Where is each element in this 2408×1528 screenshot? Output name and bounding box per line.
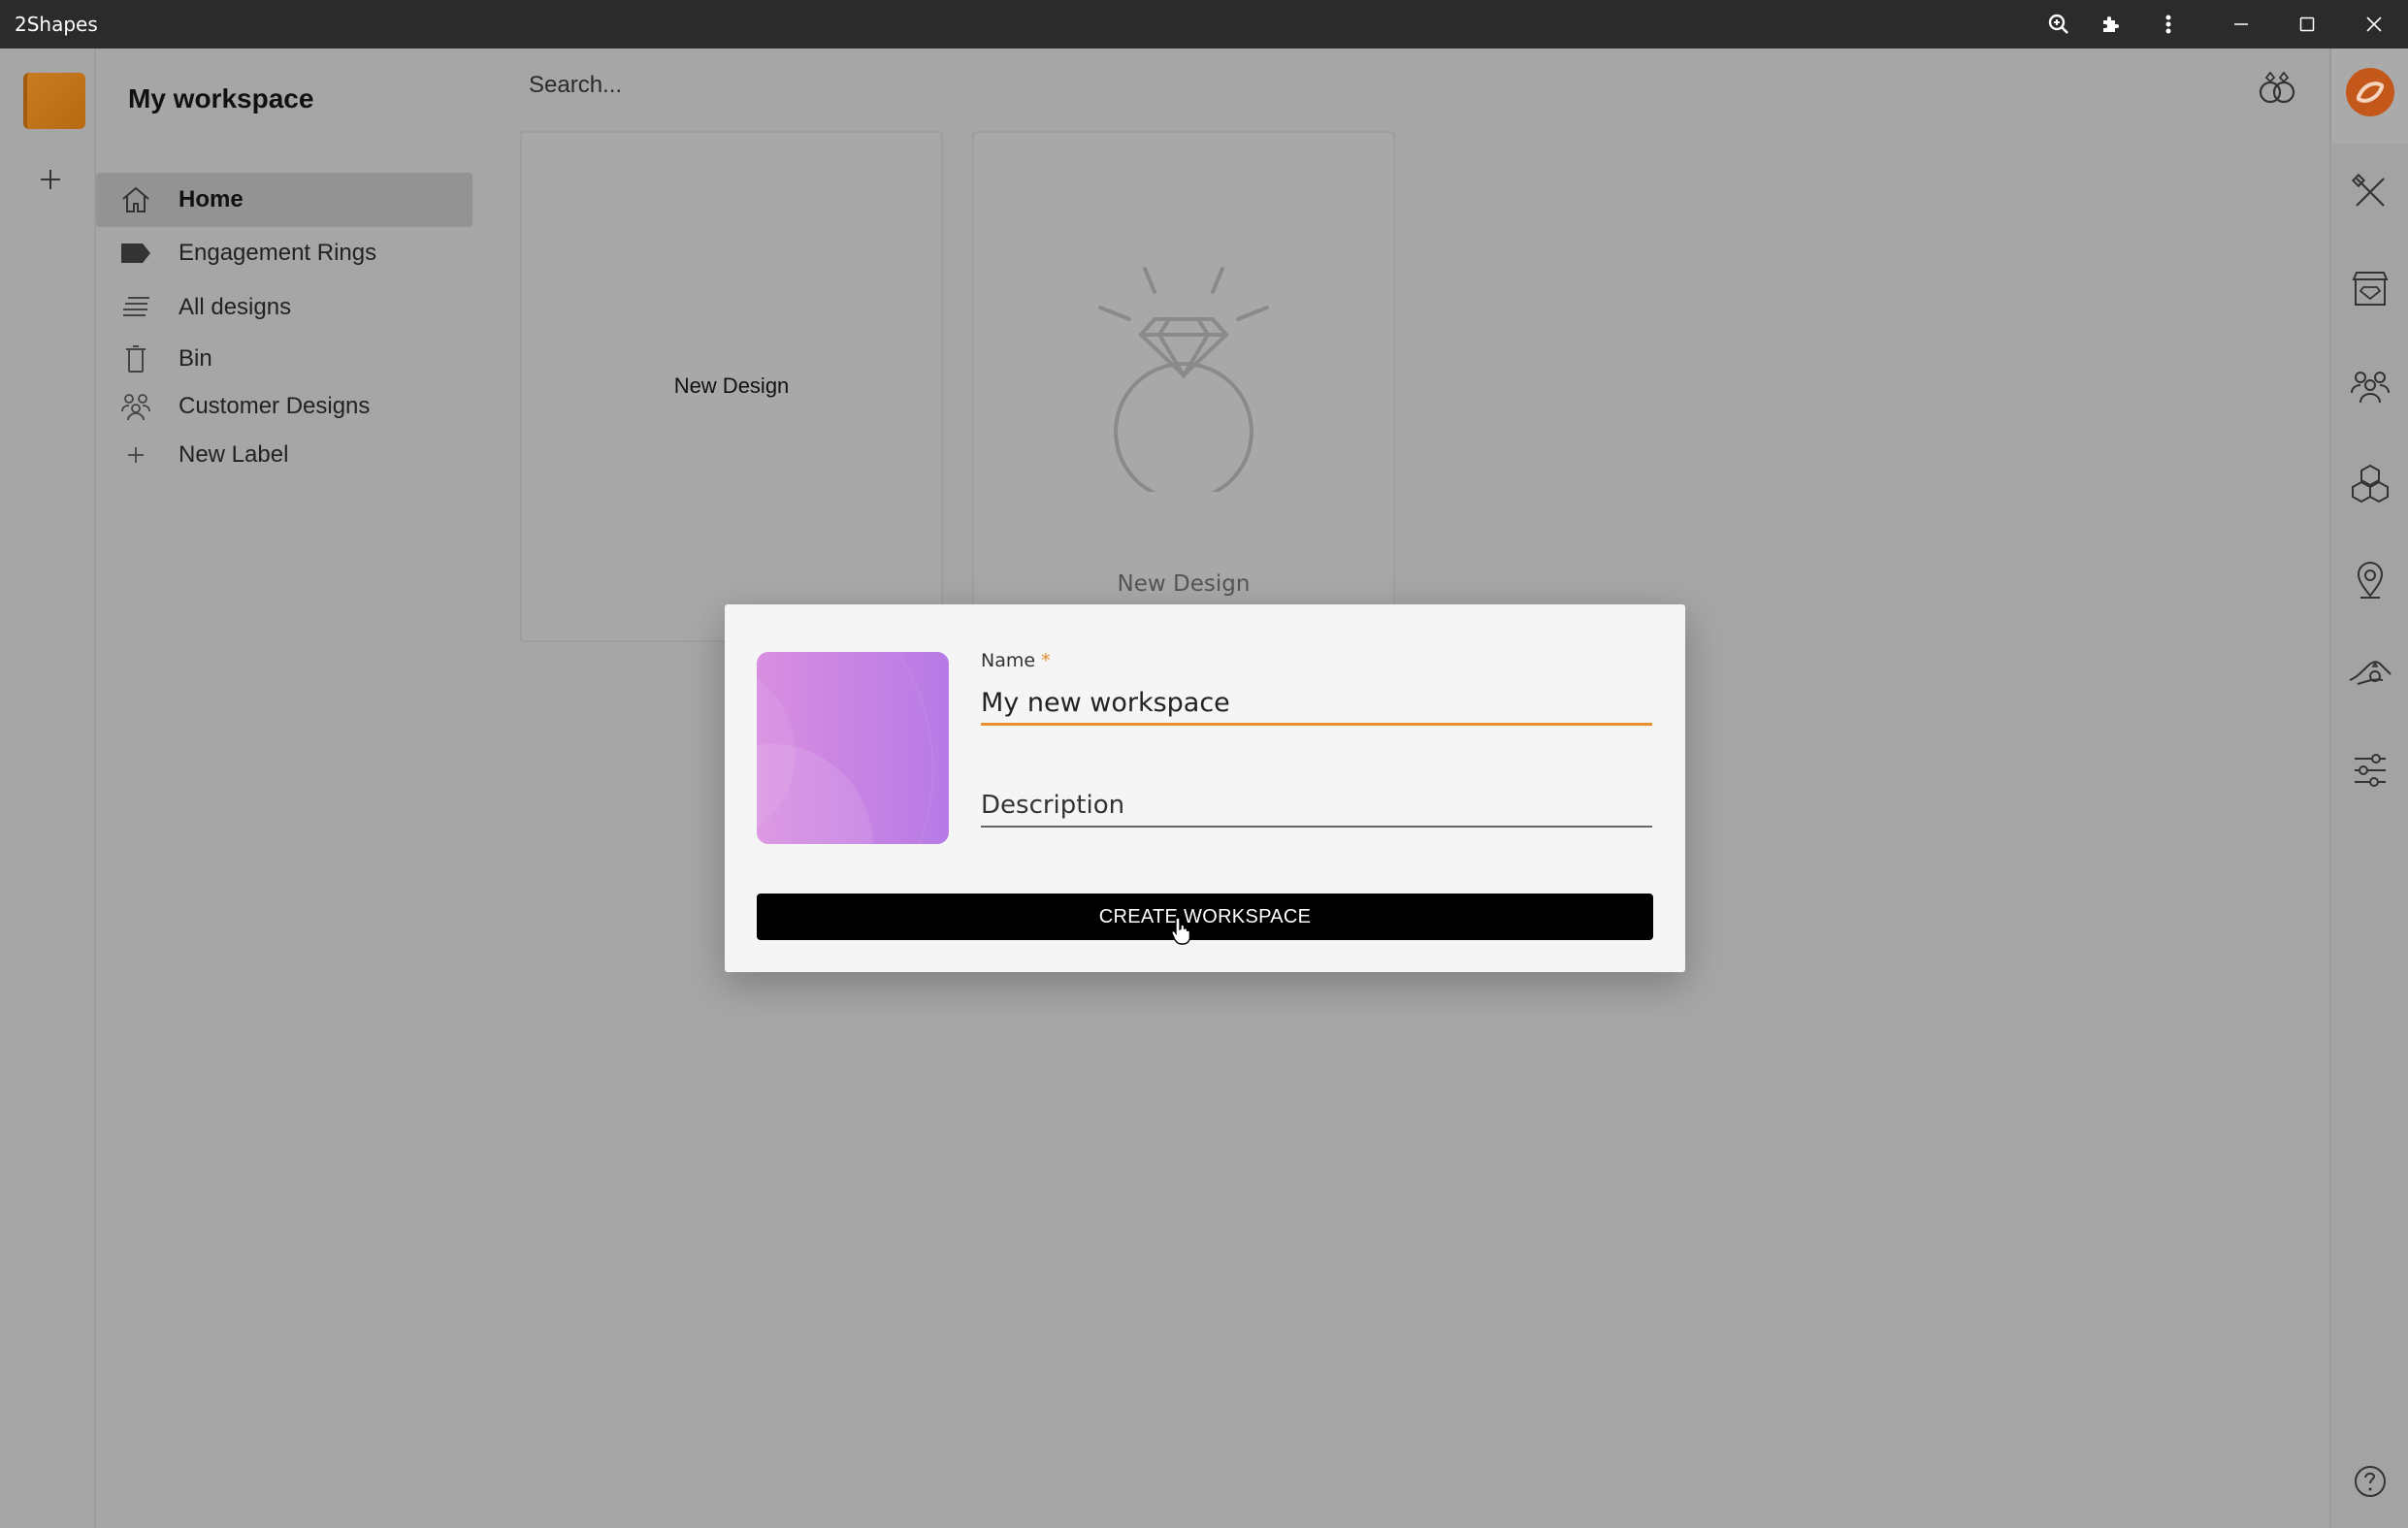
- brand-logo-icon[interactable]: [2346, 68, 2394, 116]
- sidebar-item-engagement-rings[interactable]: Engagement Rings: [96, 226, 472, 280]
- group-icon: [119, 390, 152, 423]
- workspace-rail: [0, 49, 96, 1528]
- card-label: New Design: [673, 374, 790, 398]
- maximize-icon[interactable]: [2288, 8, 2327, 41]
- hand-ring-icon[interactable]: [2346, 650, 2394, 699]
- sidebar-item-label: Customer Designs: [179, 393, 371, 419]
- plus-icon: [119, 439, 152, 471]
- name-label: Name *: [981, 650, 1051, 671]
- required-mark: *: [1041, 650, 1051, 671]
- app-title: 2Shapes: [15, 13, 98, 36]
- label-icon: [119, 237, 152, 270]
- stack-icon: [119, 291, 152, 324]
- sidebar-item-all-designs[interactable]: All designs: [96, 280, 472, 335]
- zoom-icon[interactable]: [2039, 8, 2078, 41]
- home-icon: [119, 183, 152, 216]
- boxes-icon[interactable]: [2346, 459, 2394, 507]
- create-workspace-dialog: Name * CREATE WORKSPACE: [725, 604, 1685, 972]
- card-label: New Design: [1117, 571, 1251, 597]
- sidebar-item-label: Home: [179, 186, 244, 212]
- sidebar-item-customer-designs[interactable]: Customer Designs: [96, 379, 472, 434]
- sidebar-item-bin[interactable]: Bin: [96, 332, 472, 386]
- create-workspace-button[interactable]: CREATE WORKSPACE: [757, 894, 1653, 940]
- close-icon[interactable]: [2355, 8, 2393, 41]
- help-icon[interactable]: [2346, 1457, 2394, 1506]
- description-input[interactable]: [981, 785, 1652, 828]
- location-ring-icon[interactable]: [2346, 555, 2394, 603]
- sidebar-item-label: Bin: [179, 345, 212, 372]
- plus-icon[interactable]: [31, 160, 70, 199]
- users-icon[interactable]: [2346, 361, 2394, 409]
- new-design-ring-card[interactable]: New Design: [972, 131, 1395, 642]
- new-design-card[interactable]: New Design: [520, 131, 943, 642]
- brand-area: [2331, 49, 2408, 144]
- tools-icon[interactable]: [2346, 168, 2394, 216]
- search-input[interactable]: Search...: [529, 72, 622, 99]
- more-vert-icon[interactable]: [2149, 8, 2188, 41]
- title-bar: 2Shapes: [0, 0, 2408, 49]
- extensions-icon[interactable]: [2092, 8, 2131, 41]
- sidebar-item-home[interactable]: Home: [96, 173, 472, 227]
- sidebar: My workspace Home Engagement Rings All d…: [96, 49, 484, 1528]
- hand-cursor-icon: [1171, 916, 1194, 950]
- name-label-text: Name: [981, 650, 1036, 671]
- bin-icon: [119, 342, 152, 375]
- right-rail: [2329, 49, 2408, 1528]
- sidebar-item-label: Engagement Rings: [179, 240, 377, 266]
- sidebar-item-label: All designs: [179, 294, 292, 320]
- rings-icon[interactable]: [2253, 63, 2301, 112]
- ring-icon: [1087, 259, 1281, 502]
- workspace-name: My workspace: [128, 83, 314, 114]
- workspace-avatar-picker[interactable]: [757, 652, 949, 844]
- sidebar-item-new-label[interactable]: New Label: [96, 428, 472, 482]
- workspace-thumbnail[interactable]: [23, 73, 85, 129]
- sliders-icon[interactable]: [2346, 746, 2394, 795]
- sidebar-item-label: New Label: [179, 441, 289, 468]
- store-icon[interactable]: [2346, 265, 2394, 313]
- minimize-icon[interactable]: [2222, 8, 2261, 41]
- workspace-name-input[interactable]: [981, 682, 1652, 726]
